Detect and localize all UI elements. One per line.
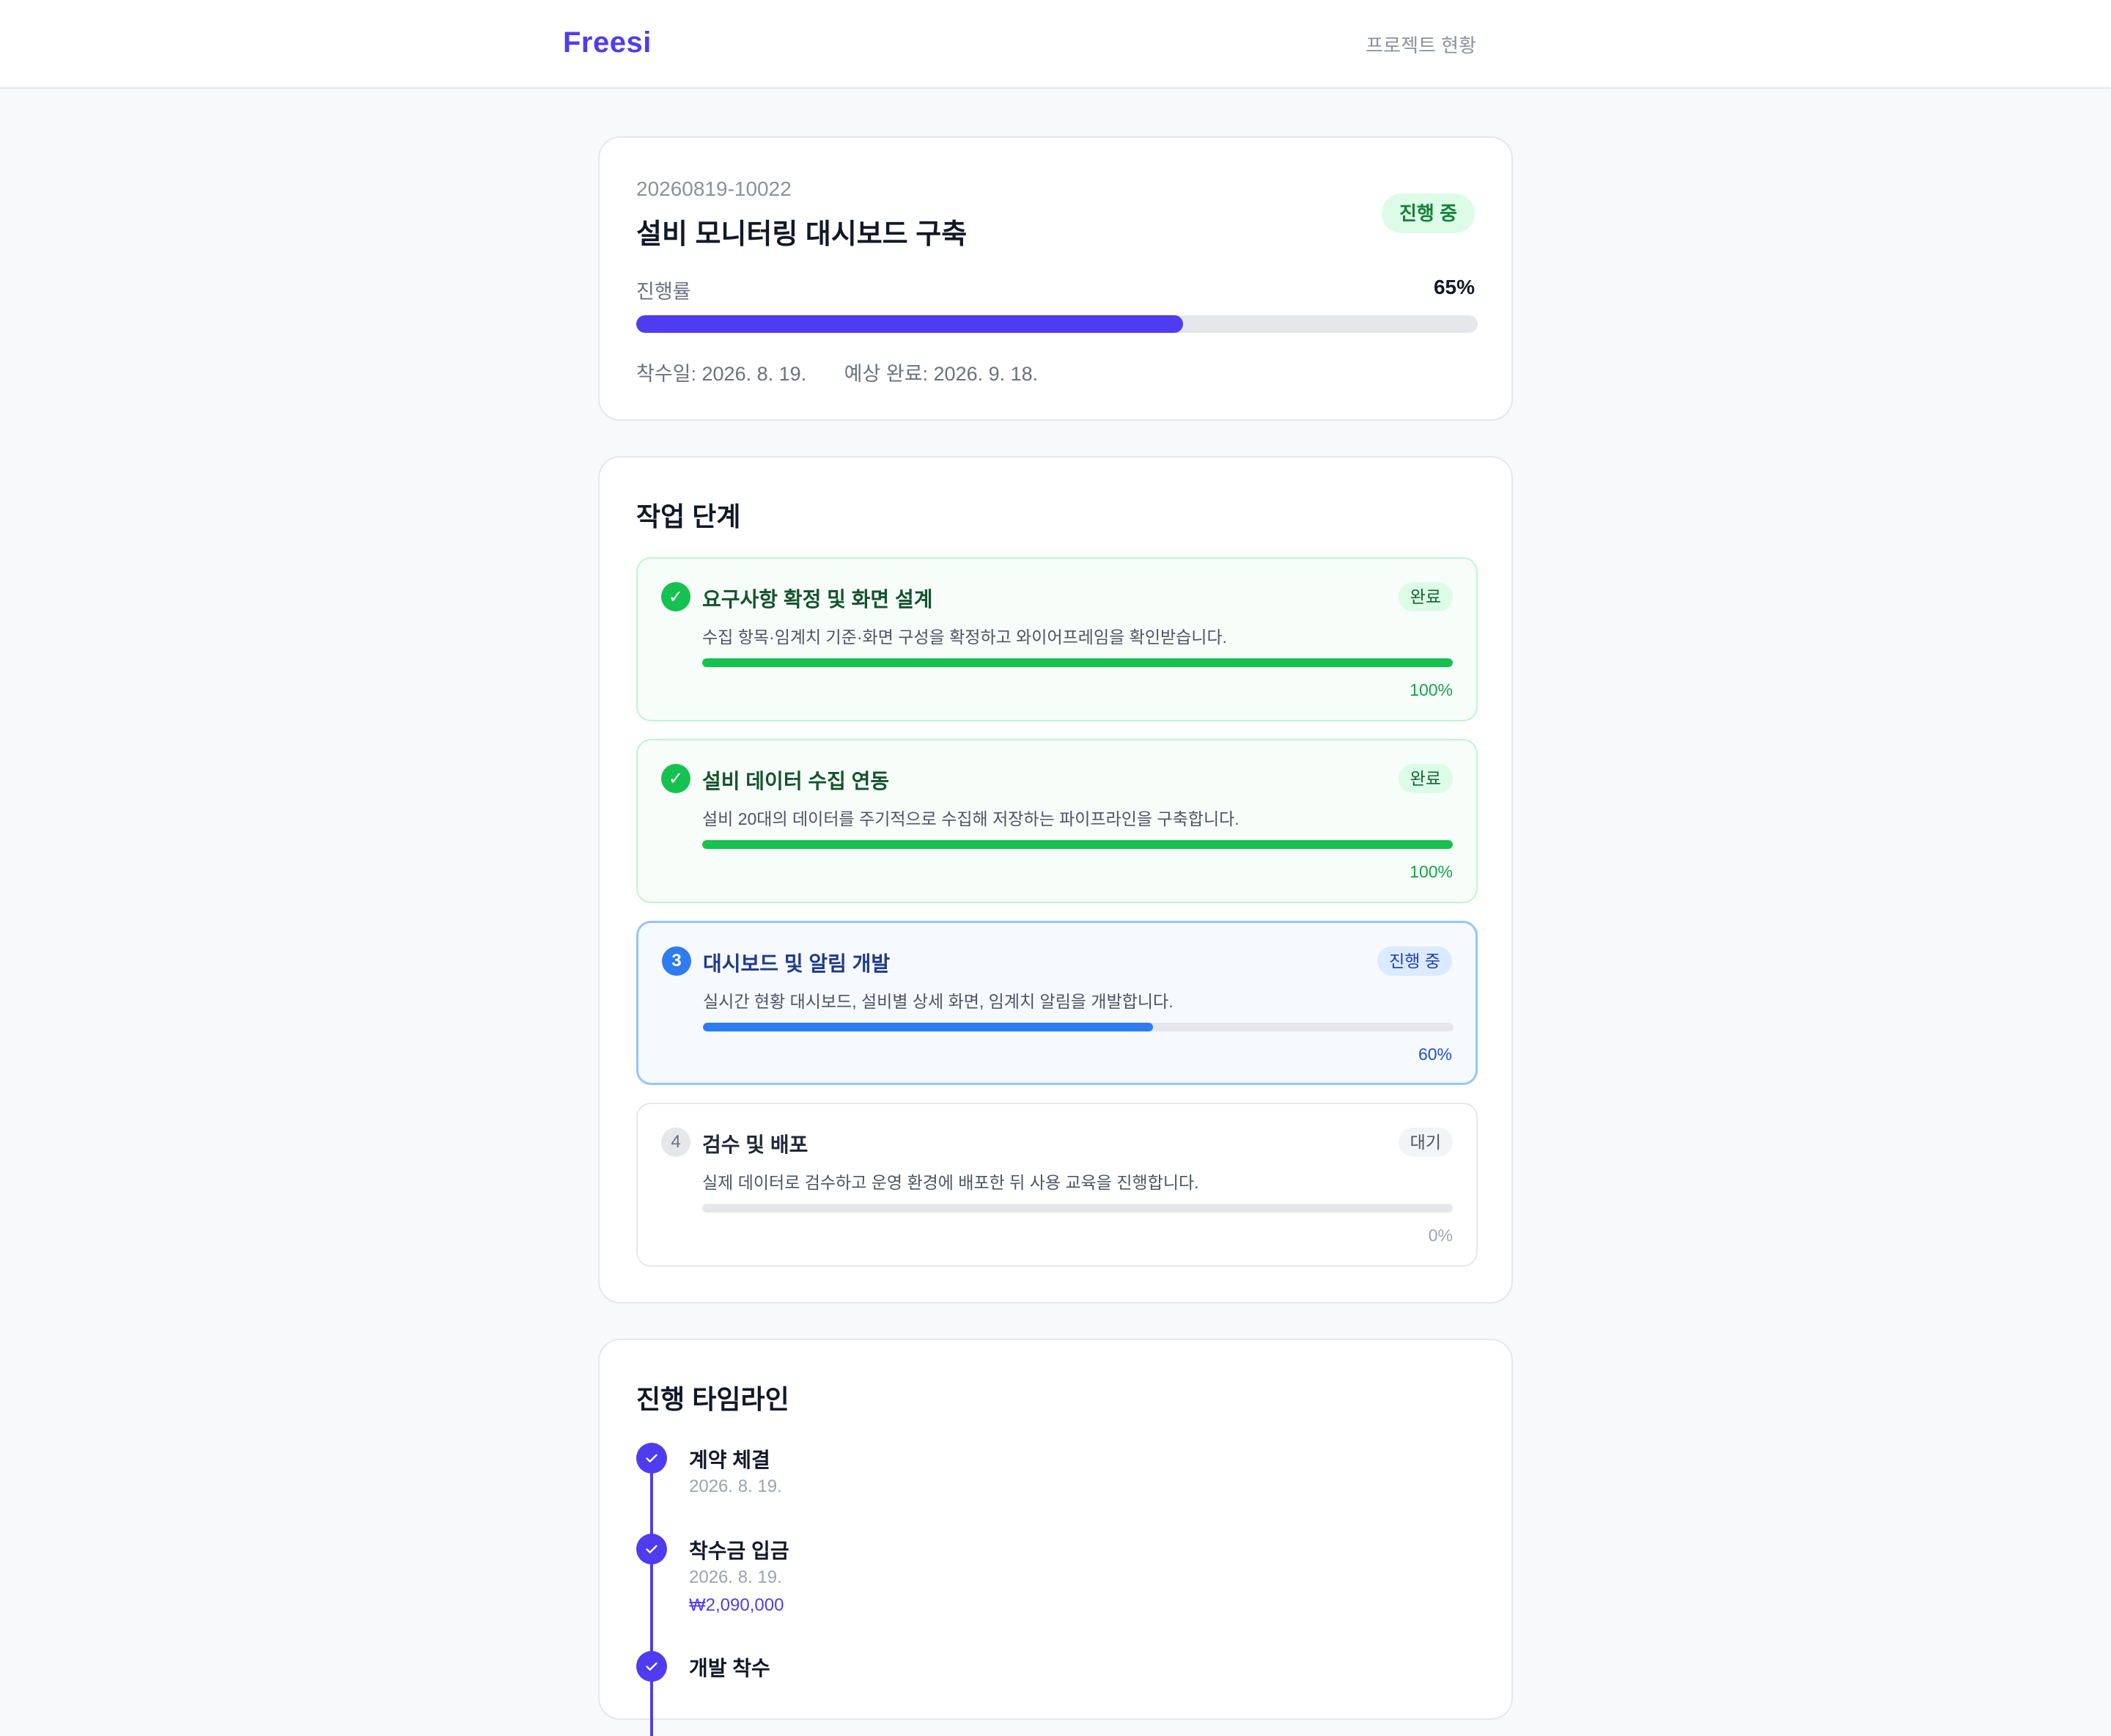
check-icon <box>636 1534 667 1564</box>
step-progress-bar <box>702 658 1453 667</box>
step-title: 설비 데이터 수집 연동 <box>702 770 890 792</box>
brand-logo[interactable]: Freesi <box>563 26 652 59</box>
step-progress-bar <box>702 840 1453 849</box>
timeline-item-date: 2026. 8. 19. <box>689 1567 782 1587</box>
step-description: 설비 20대의 데이터를 주기적으로 수집해 저장하는 파이프라인을 구축합니다… <box>702 809 1239 828</box>
step-card: 3 대시보드 및 알림 개발 진행 중 실시간 현황 대시보드, 설비별 상세 … <box>636 921 1478 1085</box>
step-title: 요구사항 확정 및 화면 설계 <box>702 588 933 611</box>
timeline-item-amount: ₩2,090,000 <box>689 1595 784 1615</box>
step-card: 4 검수 및 배포 대기 실제 데이터로 검수하고 운영 환경에 배포한 뒤 사… <box>636 1103 1478 1267</box>
step-description: 실시간 현황 대시보드, 설비별 상세 화면, 임계치 알림을 개발합니다. <box>703 992 1174 1011</box>
project-dates: 착수일: 2026. 8. 19. 예상 완료: 2026. 9. 18. <box>636 358 1070 386</box>
step-status-tag: 완료 <box>1398 582 1453 611</box>
timeline-card: 진행 타임라인 계약 체결 2026. 8. 19. 착수금 입금 2026. … <box>598 1339 1513 1736</box>
progress-value: 65% <box>1433 276 1475 298</box>
check-icon <box>636 1443 667 1474</box>
progress-bar-fill <box>636 315 1184 333</box>
step-progress-value: 60% <box>1418 1045 1452 1064</box>
step-card: ✓ 요구사항 확정 및 화면 설계 완료 수집 항목·임계치 기준·화면 구성을… <box>636 557 1478 721</box>
expected-end-date: 예상 완료: 2026. 9. 18. <box>844 363 1039 385</box>
step-progress-value: 100% <box>1410 680 1453 699</box>
check-icon: ✓ <box>661 582 690 611</box>
top-navigation-bar: Freesi 프로젝트 현황 <box>0 0 2111 89</box>
project-title: 설비 모니터링 대시보드 구축 <box>636 219 968 250</box>
timeline-item-date: 2026. 8. 19. <box>689 1476 782 1496</box>
step-number-badge: 4 <box>661 1128 690 1157</box>
work-steps-card: 작업 단계 ✓ 요구사항 확정 및 화면 설계 완료 수집 항목·임계치 기준·… <box>598 456 1513 1303</box>
project-code: 20260819-10022 <box>636 177 792 200</box>
check-icon <box>636 1651 667 1682</box>
step-status-tag: 대기 <box>1398 1128 1453 1157</box>
step-description: 수집 항목·임계치 기준·화면 구성을 확정하고 와이어프레임을 확인받습니다. <box>702 628 1228 647</box>
timeline-item-title: 계약 체결 <box>689 1449 770 1471</box>
step-progress-fill <box>702 658 1453 667</box>
section-title-timeline: 진행 타임라인 <box>636 1384 789 1414</box>
step-card: ✓ 설비 데이터 수집 연동 완료 설비 20대의 데이터를 주기적으로 수집해… <box>636 739 1478 903</box>
step-progress-fill <box>703 1023 1154 1031</box>
step-status-tag: 완료 <box>1398 764 1453 793</box>
step-title: 대시보드 및 알림 개발 <box>703 952 891 975</box>
step-description: 실제 데이터로 검수하고 운영 환경에 배포한 뒤 사용 교육을 진행합니다. <box>702 1173 1199 1192</box>
timeline-item-title: 착수금 입금 <box>689 1540 789 1562</box>
check-icon: ✓ <box>661 764 690 793</box>
step-progress-bar <box>703 1023 1454 1031</box>
step-progress-fill <box>702 840 1453 849</box>
step-progress-bar <box>702 1204 1453 1213</box>
step-number-badge: 3 <box>662 946 691 976</box>
step-progress-value: 0% <box>1428 1226 1453 1245</box>
start-date: 착수일: 2026. 8. 19. <box>636 363 807 385</box>
step-status-tag: 진행 중 <box>1377 946 1452 976</box>
timeline-connector <box>650 1457 653 1736</box>
status-badge: 진행 중 <box>1382 194 1475 233</box>
step-progress-value: 100% <box>1410 862 1453 881</box>
timeline-item-title: 개발 착수 <box>689 1657 770 1680</box>
project-summary-card: 20260819-10022 설비 모니터링 대시보드 구축 진행 중 진행률 … <box>598 136 1513 421</box>
section-title-steps: 작업 단계 <box>636 501 741 532</box>
progress-bar <box>636 315 1478 333</box>
nav-link-project-status[interactable]: 프로젝트 현황 <box>1366 31 1476 58</box>
step-title: 검수 및 배포 <box>702 1133 808 1156</box>
progress-label: 진행률 <box>636 281 691 303</box>
